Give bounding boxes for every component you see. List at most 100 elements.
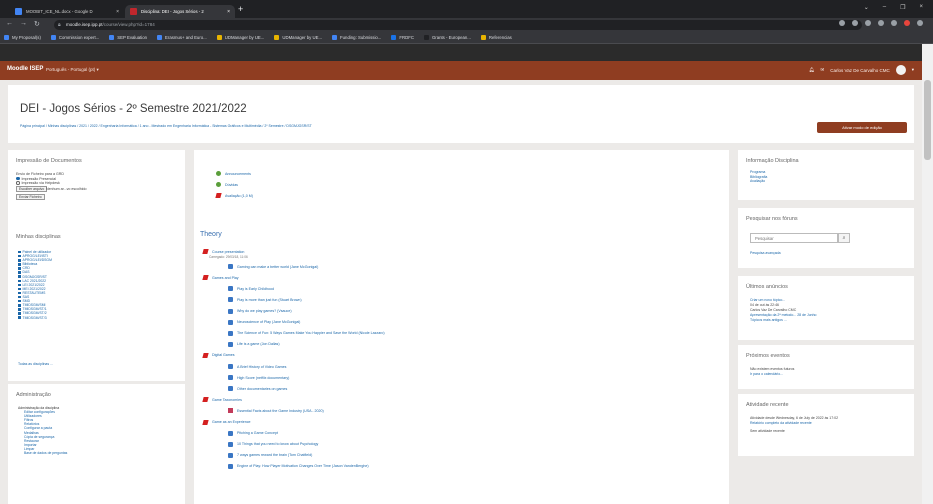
url-icon xyxy=(228,308,233,314)
back-icon[interactable]: ← xyxy=(6,20,13,27)
radio-icon[interactable] xyxy=(16,181,20,185)
share-icon[interactable] xyxy=(852,20,858,26)
activity-link[interactable]: Game Taxonomies xyxy=(202,397,242,403)
activity-label: Essential Facts about the Game Industry … xyxy=(237,408,324,413)
activity-link[interactable]: Pitching a Game Concept xyxy=(228,430,278,436)
activity-link[interactable]: Avaliação (1,0 M) xyxy=(215,193,253,198)
all-courses-link[interactable]: Todas as disciplinas ... xyxy=(18,362,53,366)
activity-link[interactable]: Play is Early Childhood xyxy=(228,286,274,292)
activity-label: Dúvidas xyxy=(225,182,238,187)
bookmark-item[interactable]: FRDFC xyxy=(391,35,414,40)
section-title-theory[interactable]: Theory xyxy=(200,231,222,238)
full-report-link[interactable]: Relatório completo da atividade recente xyxy=(750,421,812,425)
activity-link[interactable]: Dúvidas xyxy=(216,182,238,187)
activity-link[interactable]: Course presentation xyxy=(202,249,244,254)
bookmark-label: My Proposal(s) xyxy=(12,35,41,40)
older-topics-link[interactable]: Tópicos mais antigos ... xyxy=(750,318,787,322)
activity-link[interactable]: 7 ways games reward the brain (Tom Chatf… xyxy=(228,452,312,458)
forum-icon xyxy=(216,182,221,187)
chevron-down-icon[interactable]: ▾ xyxy=(912,67,914,73)
activity-link[interactable]: Life is a game (Jon Dallas) xyxy=(228,341,280,347)
breadcrumb[interactable]: Página principal / Minhas disciplinas / … xyxy=(20,124,312,128)
reload-icon[interactable]: ↻ xyxy=(34,20,40,28)
bookmark-item[interactable]: Referencias xyxy=(480,35,512,40)
activity-link[interactable]: Games and Play xyxy=(202,275,239,281)
avatar[interactable] xyxy=(895,65,906,75)
activity-link[interactable]: Neuroscience of Play (Jane McGonigal) xyxy=(228,319,300,325)
print-option-presencial[interactable]: Impressão Presencial xyxy=(16,177,56,181)
activity-link[interactable]: High Score (netflix documentary) xyxy=(228,375,289,381)
activity-link[interactable]: Game as an Experience xyxy=(202,419,251,425)
print-option-helpdesk[interactable]: Impressão via Helpdesk xyxy=(16,181,60,185)
messages-icon[interactable]: ✉︎ xyxy=(821,67,825,73)
choose-file-button[interactable]: Escolher arquivo xyxy=(16,186,48,192)
activity-link[interactable]: Play is more than just fun (Stuart Brown… xyxy=(228,297,302,303)
activity-link[interactable]: 10 Things that you need to know about Ps… xyxy=(228,441,319,447)
maximize-icon[interactable]: ❐ xyxy=(900,4,905,11)
send-file-button[interactable]: Enviar Ficheiro xyxy=(16,194,45,200)
site-brand[interactable]: Moodle ISEP xyxy=(7,66,43,72)
activity-link[interactable]: Digital Games xyxy=(202,352,235,358)
zoom-icon[interactable] xyxy=(839,20,845,26)
close-window-icon[interactable]: × xyxy=(919,4,923,11)
search-button[interactable]: ⌕ xyxy=(838,233,850,243)
bookmark-item[interactable]: SEP Evaluation xyxy=(109,35,147,40)
bookmark-favicon-icon xyxy=(216,35,222,40)
admin-item[interactable]: Base de dados de perguntas xyxy=(18,451,67,455)
lock-icon[interactable]: 🔒︎ xyxy=(58,20,61,30)
activity-link[interactable]: Gaming can make a better world (Jane McG… xyxy=(228,264,318,270)
advanced-search-link[interactable]: Pesquisa avançada xyxy=(750,251,781,255)
menu-icon[interactable] xyxy=(917,20,923,26)
forward-icon[interactable]: → xyxy=(20,20,27,27)
bookmark-item[interactable]: Commission expert... xyxy=(50,35,99,40)
activity-link[interactable]: Why do we play games? (Vsauce) xyxy=(228,308,292,314)
radio-selected-icon[interactable] xyxy=(16,176,20,181)
browser-tab-moodle[interactable]: Disciplina: DEI - Jogos Sérios - 2 × xyxy=(125,5,235,18)
activity-label: Avaliação (1,0 M) xyxy=(225,193,253,198)
activity-label: Why do we play games? (Vsauce) xyxy=(237,309,292,313)
language-menu[interactable]: Português - Portugal (pt) ▾ xyxy=(46,67,99,73)
sidebar-course-item[interactable]: TMIDSGM/ST/3 xyxy=(18,316,52,320)
bookmark-item[interactable]: Funding: Submissio... xyxy=(332,35,381,40)
tab-title: Disciplina: DEI - Jogos Sérios - 2 xyxy=(141,9,204,14)
activity-link[interactable]: Engine of Play: How Player Motivation Ch… xyxy=(228,463,369,469)
news-item-link[interactable]: Apresentação da 2ª metodo... 28 de Junho xyxy=(750,313,816,317)
activity-label: Game Taxonomies xyxy=(212,397,242,402)
new-topic-link[interactable]: Criar um novo tópico... xyxy=(750,298,785,302)
search-input[interactable]: Pesquisar xyxy=(750,233,838,243)
browser-tab-docs[interactable]: MOOBIT_ICE_NL.docx - Google D × xyxy=(10,5,124,18)
bookmark-label: Grants - European... xyxy=(431,35,471,40)
activity-label: 10 Things that you need to know about Ps… xyxy=(237,442,319,447)
bookmark-item[interactable]: Grants - European... xyxy=(423,35,471,40)
activity-link[interactable]: The Science of Fun: 5 Ways Games Make Yo… xyxy=(228,330,385,336)
pdf-icon xyxy=(215,193,222,198)
new-tab-button[interactable]: + xyxy=(238,5,243,14)
info-link[interactable]: Avaliação xyxy=(750,179,767,184)
activity-link[interactable]: Essential Facts about the Game Industry … xyxy=(228,408,324,414)
tab-search-icon[interactable]: ⌄ xyxy=(864,4,869,11)
close-tab-icon[interactable]: × xyxy=(116,9,119,15)
bookmark-item[interactable]: UDManager by UE... xyxy=(216,35,264,40)
activity-link[interactable]: Announcements xyxy=(216,171,251,176)
url-bar[interactable]: 🔒︎ moodle.isep.ipp.pt/course/view.php?id… xyxy=(54,20,862,30)
info-link[interactable]: Programa xyxy=(750,170,767,175)
activity-link[interactable]: A Brief History of Video Games xyxy=(228,364,286,369)
browser-actions xyxy=(839,20,923,26)
bookmark-item[interactable]: Erasmus+ and Euro... xyxy=(157,35,207,40)
bookmark-item[interactable]: UDManager by UE... xyxy=(274,35,322,40)
bookmark-item[interactable]: My Proposal(s) xyxy=(4,35,41,40)
close-tab-icon[interactable]: × xyxy=(227,9,230,15)
sidepanel-icon[interactable] xyxy=(891,20,897,26)
activity-link[interactable]: Other documentaries on games xyxy=(228,386,287,392)
scrollbar-thumb[interactable] xyxy=(924,80,931,160)
edit-mode-button[interactable]: Ativar modo de edição xyxy=(817,122,907,133)
bookmark-star-icon[interactable] xyxy=(865,20,871,26)
notifications-icon[interactable]: 🔔︎ xyxy=(809,67,815,73)
extensions-icon[interactable] xyxy=(878,20,884,26)
course-icon xyxy=(18,259,21,262)
calendar-link[interactable]: Ir para o calendário... xyxy=(750,372,783,376)
profile-avatar[interactable] xyxy=(904,20,910,26)
user-name[interactable]: Carlos Vaz De Carvalho CMC xyxy=(830,68,889,73)
minimize-icon[interactable]: – xyxy=(883,4,886,11)
activity-since-text: Atividade desde Wednesday, 6 de July de … xyxy=(750,416,839,420)
